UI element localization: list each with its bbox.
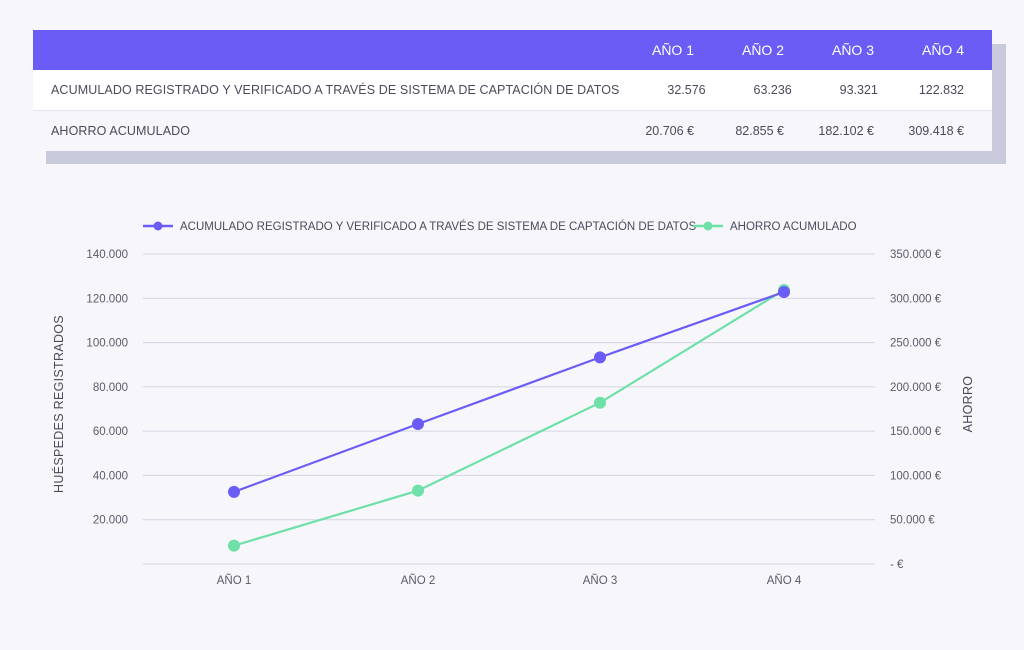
y-left-axis-title: HUÉSPEDES REGISTRADOS xyxy=(51,315,66,493)
legend-label-savings: AHORRO ACUMULADO xyxy=(730,221,857,233)
y-left-tick-label: 100.000 xyxy=(86,338,128,350)
y-left-tick-label: 120.000 xyxy=(86,293,128,305)
x-tick-label: AÑO 2 xyxy=(401,574,436,587)
x-tick-label: AÑO 3 xyxy=(583,574,618,587)
y-left-tick-label: 40.000 xyxy=(93,470,128,482)
series-0-point xyxy=(228,485,240,498)
y-right-tick-label: 50.000 € xyxy=(890,515,935,527)
series-1-point xyxy=(594,396,606,409)
series-line-1 xyxy=(233,289,785,547)
legend-marker-savings xyxy=(703,221,713,231)
legend-marker-registrations xyxy=(153,221,163,231)
y-right-tick-label: 350.000 € xyxy=(890,249,942,261)
series-line-0 xyxy=(233,290,785,493)
x-tick-label: AÑO 4 xyxy=(767,574,802,587)
y-left-tick-label: 20.000 xyxy=(93,515,128,527)
series-0-point xyxy=(594,351,606,364)
x-tick-label: AÑO 1 xyxy=(217,574,252,587)
series-1-point xyxy=(228,539,240,552)
series-0-point xyxy=(412,417,424,430)
dual-axis-line-chart: 20.000 40.000 60.000 80.000 100.000 120.000 14… xyxy=(51,220,975,587)
y-right-tick-label: - € xyxy=(890,559,904,571)
y-right-axis-title: AHORRO xyxy=(961,376,975,433)
series-0-point xyxy=(778,286,790,299)
y-left-tick-label: 80.000 xyxy=(93,382,128,394)
y-left-tick-label: 60.000 xyxy=(93,426,128,438)
y-right-tick-label: 100.000 € xyxy=(890,470,942,482)
y-left-tick-label: 140.000 xyxy=(86,249,128,261)
y-right-tick-label: 300.000 € xyxy=(890,293,942,305)
y-right-tick-label: 150.000 € xyxy=(890,426,942,438)
y-right-tick-label: 250.000 € xyxy=(890,338,942,350)
y-right-tick-label: 200.000 € xyxy=(890,382,942,394)
series-1-point xyxy=(412,484,424,497)
legend-label-registrations: ACUMULADO REGISTRADO Y VERIFICADO A TRAV… xyxy=(180,220,696,233)
